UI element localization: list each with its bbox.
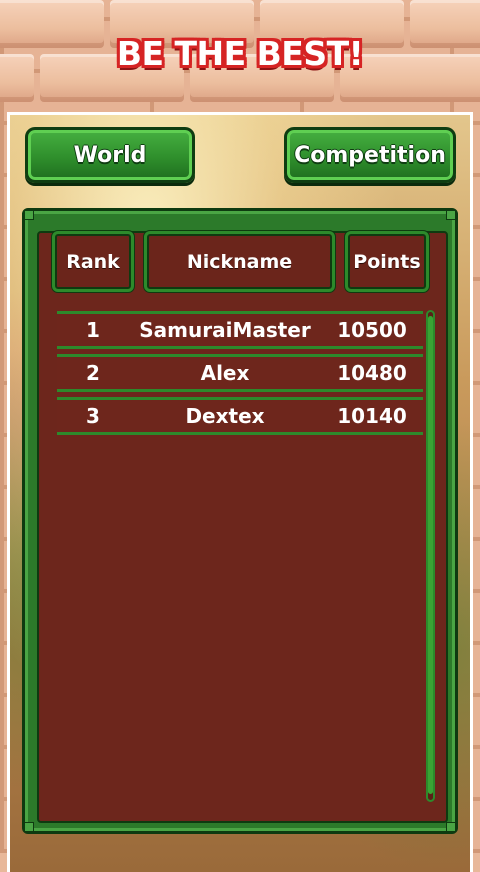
- column-header-points: Points: [345, 231, 429, 292]
- row-rank: 1: [86, 318, 100, 342]
- row-nickname: SamuraiMaster: [139, 318, 311, 342]
- table-row: 1 SamuraiMaster 10500: [57, 311, 423, 349]
- scrollbar-thumb[interactable]: [428, 316, 433, 794]
- page-title: BE THE BEST!: [116, 34, 364, 73]
- corner-rivet-icon: [24, 210, 34, 220]
- corner-rivet-icon: [446, 822, 456, 832]
- corner-rivet-icon: [446, 210, 456, 220]
- row-nickname: Alex: [200, 361, 250, 385]
- row-points: 10480: [337, 361, 407, 385]
- tab-competition[interactable]: Competition: [284, 127, 456, 183]
- table-row: 3 Dextex 10140: [57, 397, 423, 435]
- row-nickname: Dextex: [185, 404, 265, 428]
- column-header-rank: Rank: [52, 231, 134, 292]
- row-rank: 2: [86, 361, 100, 385]
- column-header-nickname: Nickname: [144, 231, 335, 292]
- row-points: 10140: [337, 404, 407, 428]
- corner-rivet-icon: [24, 822, 34, 832]
- row-points: 10500: [337, 318, 407, 342]
- row-rank: 3: [86, 404, 100, 428]
- tab-world[interactable]: World: [25, 127, 195, 183]
- table-row: 2 Alex 10480: [57, 354, 423, 392]
